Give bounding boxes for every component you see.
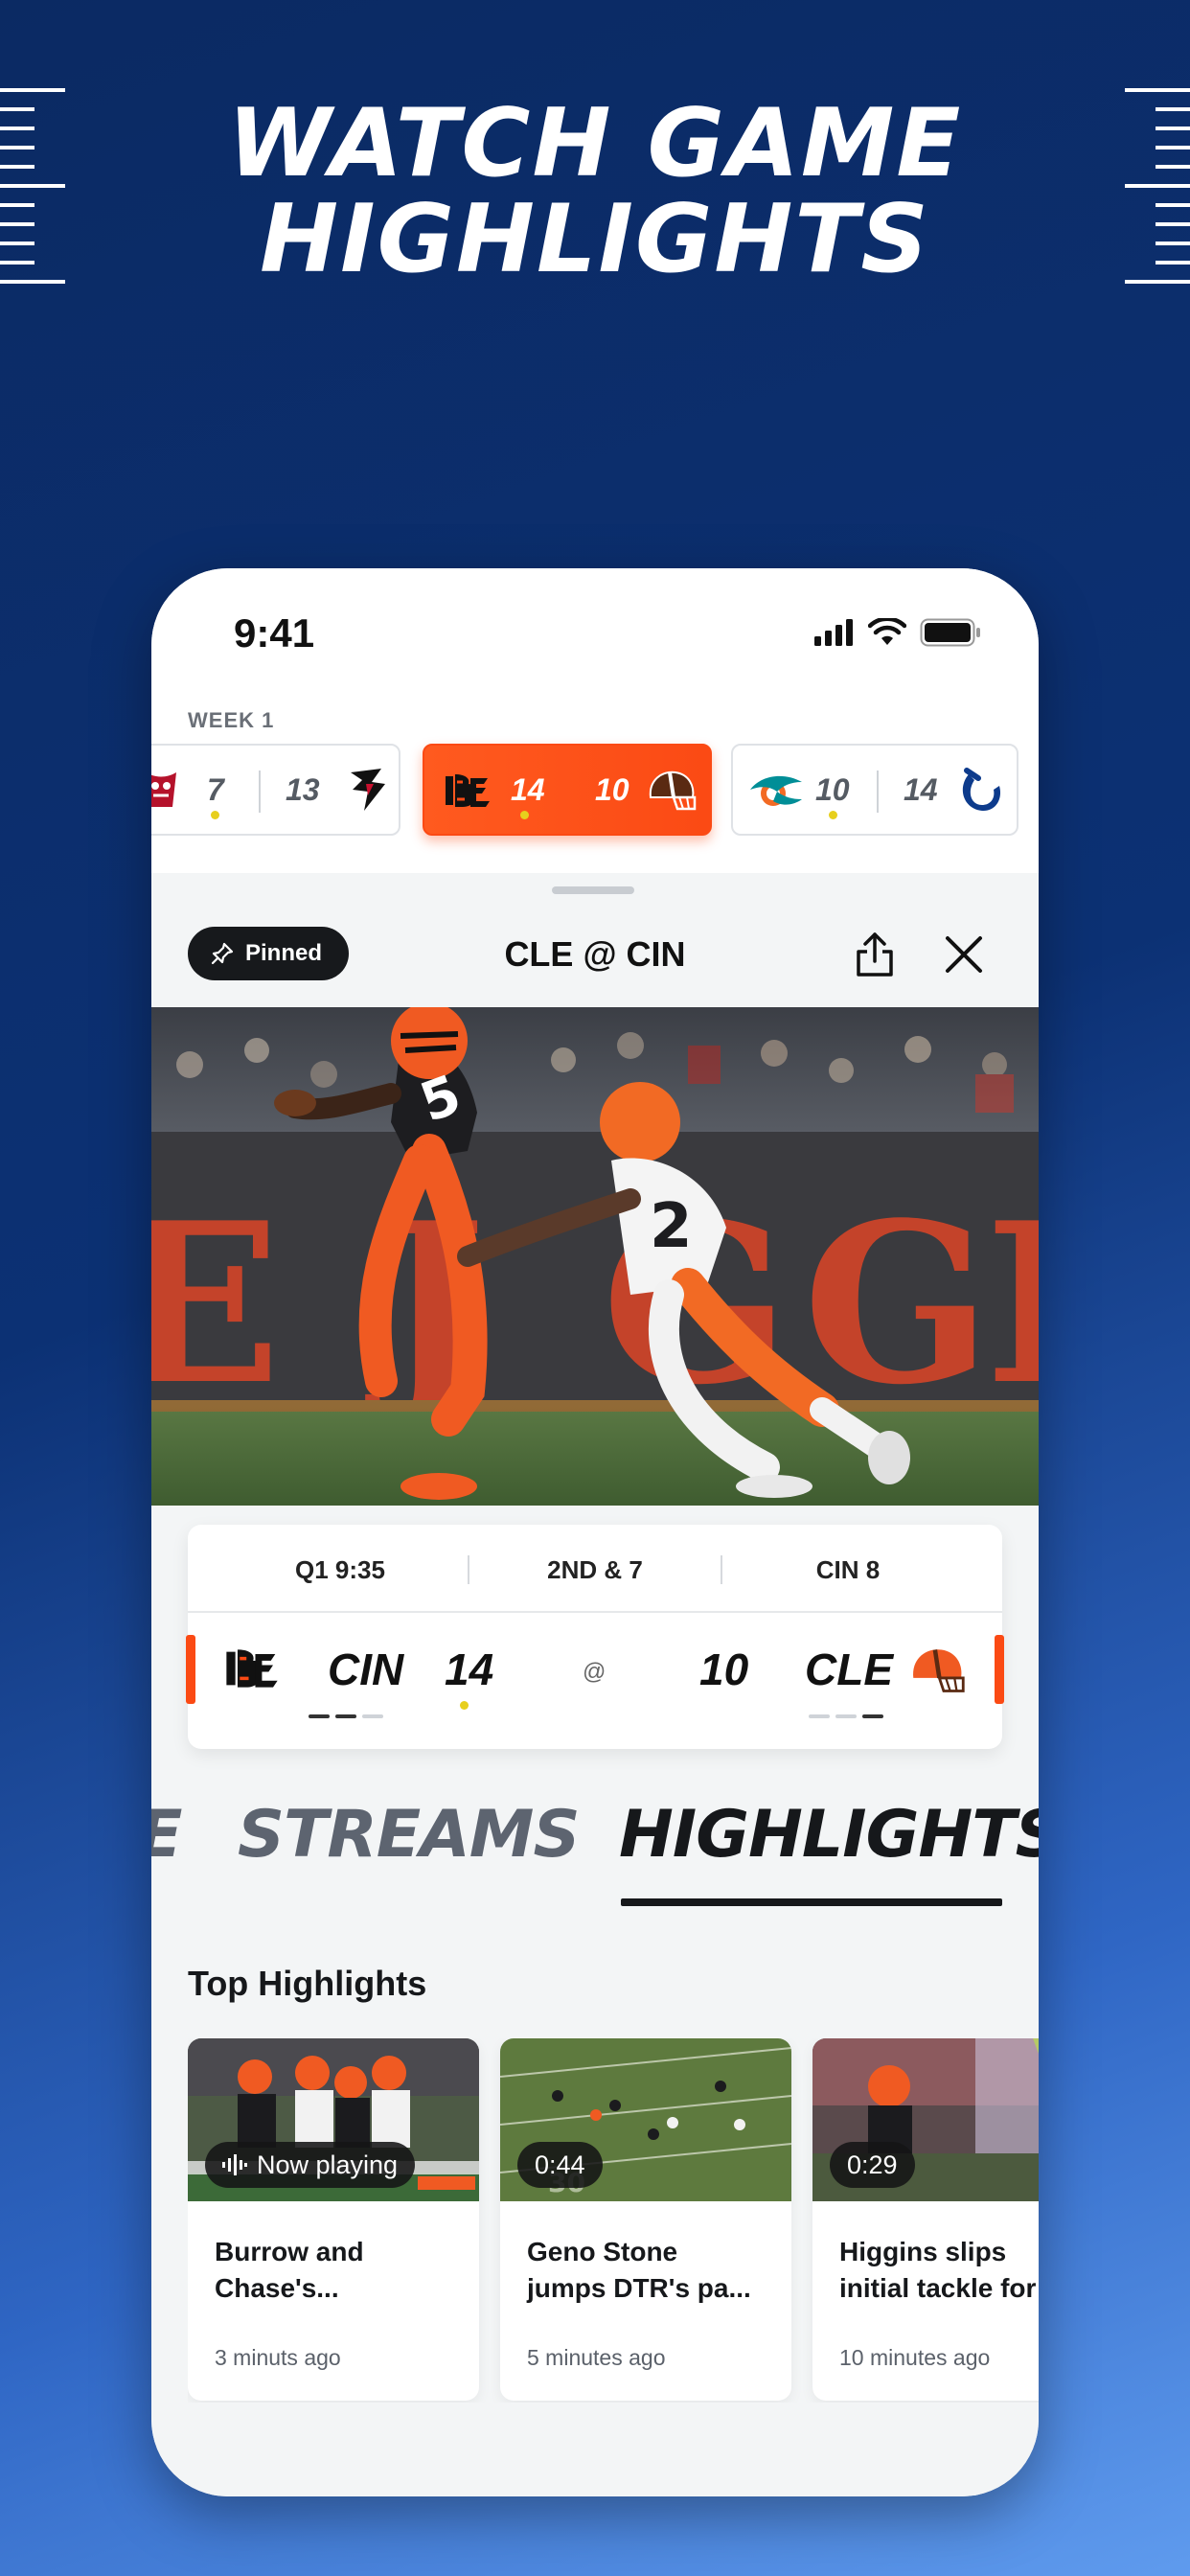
duration-badge: 0:29 bbox=[830, 2142, 915, 2188]
score-chip-mia-ind[interactable]: 10 14 bbox=[731, 744, 1018, 836]
right-team-abbr: CLE bbox=[805, 1644, 893, 1694]
score-chip-cin-cle[interactable]: 14 10 bbox=[423, 744, 712, 836]
highlight-title: Higgins slips initial tackle for bbox=[839, 2237, 1037, 2303]
highlight-card[interactable]: 30 0:44 Geno Stone jumps DTR's pa... 5 m… bbox=[500, 2038, 791, 2401]
battery-icon bbox=[920, 618, 980, 647]
away-score: 10 bbox=[815, 772, 850, 807]
home-score: 10 bbox=[595, 772, 629, 807]
colts-logo bbox=[962, 768, 1001, 812]
highlight-thumbnail: 0:29 bbox=[812, 2038, 1039, 2201]
promo-headline: WATCH GAME HIGHLIGHTS bbox=[0, 96, 1190, 288]
content-tabs: E STREAMS HIGHLIGHTS bbox=[151, 1797, 1039, 1902]
status-icons bbox=[814, 618, 981, 647]
football-action-image: E J G G I 5 2 bbox=[151, 1007, 1039, 1506]
highlight-title: Geno Stone jumps DTR's pa... bbox=[527, 2237, 751, 2303]
highlight-thumbnail: 30 0:44 bbox=[500, 2038, 791, 2201]
close-icon[interactable] bbox=[940, 931, 988, 978]
badge-text: 0:29 bbox=[847, 2150, 898, 2179]
possession-bar-right bbox=[995, 1635, 1004, 1704]
highlight-title: Burrow and Chase's... bbox=[215, 2237, 364, 2303]
badge-text: 0:44 bbox=[535, 2150, 585, 2179]
share-icon[interactable] bbox=[851, 929, 899, 980]
chip-divider bbox=[877, 770, 879, 813]
svg-text:E: E bbox=[151, 1175, 281, 1434]
week-label: WEEK 1 bbox=[188, 708, 275, 732]
badge-text: Now playing bbox=[257, 2150, 399, 2179]
highlight-card[interactable]: Now playing Burrow and Chase's... 3 minu… bbox=[188, 2038, 479, 2401]
signal-icon bbox=[814, 619, 853, 646]
headline-line-2: HIGHLIGHTS bbox=[260, 185, 930, 294]
svg-text:2: 2 bbox=[650, 1191, 693, 1262]
timeouts-left bbox=[309, 1714, 383, 1718]
drag-handle[interactable] bbox=[552, 886, 634, 894]
left-team-score: 14 bbox=[445, 1644, 494, 1694]
live-scoreboard: Q1 9:35 2ND & 7 CIN 8 CIN 14 @ 10 CLE bbox=[186, 1525, 1004, 1749]
away-score: 7 bbox=[207, 772, 224, 807]
section-title: Top Highlights bbox=[188, 1964, 427, 2003]
highlight-video-player[interactable]: E J G G I 5 2 bbox=[151, 1007, 1039, 1506]
away-score: 14 bbox=[511, 772, 545, 807]
tab-highlights[interactable]: HIGHLIGHTS bbox=[619, 1797, 1039, 1873]
duration-badge: 0:44 bbox=[517, 2142, 603, 2188]
highlight-time: 10 minutes ago bbox=[839, 2345, 991, 2370]
highlight-card[interactable]: 0:29 Higgins slips initial tackle for 10… bbox=[812, 2038, 1039, 2401]
phone-frame: 9:41 WEEK 1 7 13 14 10 10 14 Pinned CLE … bbox=[151, 568, 1039, 2496]
chip-divider bbox=[259, 770, 261, 813]
down-distance: 2ND & 7 bbox=[547, 1555, 643, 1584]
home-score: 13 bbox=[286, 772, 320, 807]
field-position: CIN 8 bbox=[815, 1555, 881, 1584]
game-sheet: Pinned CLE @ CIN E J G G I 5 2 Q1 9:35 2… bbox=[151, 873, 1039, 2496]
possession-dot bbox=[520, 811, 529, 819]
game-title: CLE @ CIN bbox=[504, 934, 686, 974]
bengals-logo bbox=[446, 774, 490, 807]
possession-dot bbox=[460, 1701, 469, 1710]
active-tab-indicator bbox=[621, 1898, 1002, 1906]
highlight-time: 3 minuts ago bbox=[215, 2345, 341, 2370]
svg-text:G: G bbox=[803, 1175, 991, 1434]
browns-logo bbox=[913, 1649, 965, 1692]
wifi-icon bbox=[868, 618, 906, 645]
bengals-logo bbox=[226, 1649, 278, 1688]
buccaneers-logo bbox=[151, 772, 176, 807]
status-time: 9:41 bbox=[234, 610, 315, 656]
highlights-carousel: Now playing Burrow and Chase's... 3 minu… bbox=[188, 2038, 1039, 2403]
timeouts-right bbox=[809, 1714, 883, 1718]
highlight-thumbnail: Now playing bbox=[188, 2038, 479, 2201]
audio-wave-icon bbox=[222, 2154, 247, 2175]
left-team-abbr: CIN bbox=[328, 1644, 404, 1694]
at-symbol: @ bbox=[583, 1659, 606, 1685]
dolphins-logo bbox=[750, 775, 802, 806]
browns-logo bbox=[649, 770, 697, 811]
scores-strip: 7 13 14 10 10 14 bbox=[151, 744, 1039, 836]
home-score: 14 bbox=[904, 772, 938, 807]
right-team-score: 10 bbox=[699, 1644, 749, 1694]
game-situation-row: Q1 9:35 2ND & 7 CIN 8 bbox=[188, 1525, 1002, 1613]
headline-line-1: WATCH GAME bbox=[227, 89, 963, 198]
falcons-logo bbox=[351, 769, 385, 811]
svg-text:I: I bbox=[985, 1175, 1039, 1434]
tab-previous[interactable]: E bbox=[151, 1797, 182, 1873]
possession-dot bbox=[211, 811, 219, 819]
score-chip-tb-atl[interactable]: 7 13 bbox=[151, 744, 400, 836]
possession-bar-left bbox=[186, 1635, 195, 1704]
quarter-clock: Q1 9:35 bbox=[295, 1555, 385, 1584]
now-playing-badge: Now playing bbox=[205, 2142, 416, 2188]
highlight-time: 5 minutes ago bbox=[527, 2345, 666, 2370]
possession-dot bbox=[829, 811, 837, 819]
tab-streams[interactable]: STREAMS bbox=[238, 1797, 580, 1873]
